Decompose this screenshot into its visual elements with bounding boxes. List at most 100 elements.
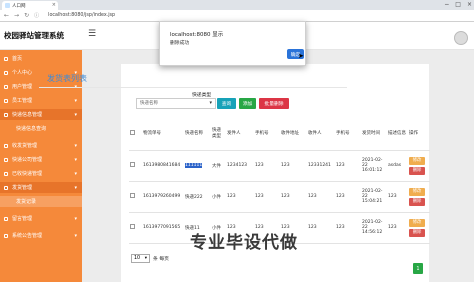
page-size-value: 10	[134, 256, 141, 261]
user-icon	[4, 70, 8, 75]
query-button[interactable]: 查询	[217, 98, 236, 109]
forward-icon[interactable]: →	[14, 12, 19, 19]
column-header: 物流单号	[142, 117, 184, 151]
sidebar-item-label: 系统公告管理	[12, 233, 43, 239]
sidebar-item-messages[interactable]: 留言管理 ▾	[0, 213, 82, 224]
sidebar-item-express-info[interactable]: 快递信息管理 ▾	[0, 109, 82, 120]
row-select-cell	[129, 181, 142, 213]
maximize-button[interactable]: □	[455, 1, 461, 8]
express-type-select[interactable]: 快递名称 ▾	[136, 98, 216, 109]
column-header: 操作	[408, 117, 430, 151]
table-cell: 123	[387, 212, 408, 244]
sidebar-item-label: 已收快递管理	[12, 171, 43, 177]
back-icon[interactable]: ←	[4, 12, 9, 19]
users-icon	[4, 84, 8, 89]
row-checkbox[interactable]	[130, 193, 135, 198]
app-brand: 校园驿站管理系统	[4, 31, 64, 40]
table-cell: 12331241	[307, 150, 335, 182]
sidebar-item-delivery[interactable]: 发货管理 ▾	[0, 182, 82, 193]
table-cell: 123	[226, 181, 254, 213]
actions-cell: 修改 删除	[408, 181, 430, 213]
select-all-header[interactable]	[129, 117, 142, 151]
row-actions: 修改 删除	[409, 218, 429, 237]
alert-dialog: localhost:8080 显示 删除成功 确定 ➤	[159, 21, 306, 66]
avatar[interactable]	[454, 31, 468, 45]
batch-delete-button[interactable]: 批量删除	[259, 98, 289, 109]
window-controls: − □ ×	[444, 1, 472, 8]
column-header: 发货时间	[361, 117, 387, 151]
site-info-icon[interactable]: ⓘ	[34, 12, 39, 19]
table-cell: 2021-02-22 14:56:12	[361, 212, 387, 244]
select-value: 快递名称	[140, 101, 158, 106]
chevron-down-icon: ▾	[74, 97, 77, 104]
selected-text: 111111	[185, 163, 203, 168]
title-divider	[39, 87, 347, 88]
tab-close-icon[interactable]: ×	[52, 2, 56, 8]
sidebar-item-received[interactable]: 已收快递管理 ▾	[0, 168, 82, 179]
column-header: 手机号	[254, 117, 280, 151]
sidebar-item-announcements[interactable]: 系统公告管理 ▾	[0, 230, 82, 241]
add-button[interactable]: 添加	[239, 98, 256, 109]
browser-tab[interactable]: 人口网 ×	[2, 1, 58, 10]
delete-button[interactable]: 删除	[409, 166, 425, 175]
minimize-button[interactable]: −	[444, 1, 449, 8]
sidebar-item-courier-company[interactable]: 快递公司管理 ▾	[0, 154, 82, 165]
notice-icon	[4, 233, 8, 238]
truck-icon	[4, 157, 8, 162]
filter-label: 快递类型	[192, 93, 212, 98]
reload-icon[interactable]: ↻	[24, 12, 29, 19]
sidebar-item-label: 收发货管理	[12, 143, 38, 149]
table-cell: 1613980841684	[142, 150, 184, 182]
column-header: 收件地址	[280, 117, 307, 151]
table-cell: 1613977091565	[142, 212, 184, 244]
tab-title: 人口网	[12, 3, 26, 9]
column-header: 快递类型	[211, 117, 226, 151]
chevron-down-icon: ▾	[74, 232, 77, 239]
table-cell: 123	[335, 181, 361, 213]
sidebar-item-label: 快递信息管理	[12, 112, 43, 118]
table-cell: 1613979260499	[142, 181, 184, 213]
chevron-down-icon: ▾	[209, 100, 212, 106]
hamburger-icon[interactable]: ☰	[88, 29, 96, 39]
edit-button[interactable]: 修改	[409, 156, 425, 165]
browser-tabbar: 人口网 × − □ ×	[0, 0, 474, 10]
row-checkbox[interactable]	[130, 224, 135, 229]
delete-button[interactable]: 删除	[409, 228, 425, 237]
table-header-row: 物流单号 快递名称 快递类型 发件人 手机号 收件地址 收件人 手机号 发货时间…	[129, 117, 430, 151]
table-cell: 大件	[211, 150, 226, 182]
screen: 人口网 × − □ × ← → ↻ ⓘ localhost:8080/jsp/i…	[0, 0, 474, 282]
column-header: 发件人	[226, 117, 254, 151]
chevron-down-icon: ▾	[144, 256, 147, 261]
sidebar-item-home[interactable]: 首页	[0, 53, 82, 64]
staff-icon	[4, 98, 8, 103]
select-all-checkbox[interactable]	[130, 129, 135, 135]
mouse-cursor-icon: ➤	[298, 52, 304, 60]
sidebar-item-shipping[interactable]: 收发货管理 ▾	[0, 140, 82, 151]
delete-button[interactable]: 删除	[409, 197, 425, 206]
table-cell: 123	[307, 181, 335, 213]
sidebar-subitem-express-query[interactable]: 快递信息查询	[0, 123, 82, 134]
favicon-icon	[5, 3, 10, 8]
column-header: 描述信息	[387, 117, 408, 151]
edit-button[interactable]: 修改	[409, 218, 425, 227]
page-size-select[interactable]: 10 ▾	[131, 254, 150, 263]
sidebar-item-label: 员工管理	[12, 98, 33, 104]
table-row: 1613979260499 快递222 小件 123 123 123 123 1…	[129, 181, 430, 213]
page-size-label: 条 每页	[153, 257, 169, 262]
chevron-down-icon: ▾	[74, 170, 77, 177]
sidebar-item-label: 留言管理	[12, 216, 33, 222]
table-cell: asdas	[387, 150, 408, 182]
close-window-button[interactable]: ×	[467, 1, 472, 8]
send-icon	[4, 185, 8, 190]
sidebar-item-staff[interactable]: 员工管理 ▾	[0, 95, 82, 106]
chevron-down-icon: ▾	[74, 156, 77, 163]
edit-button[interactable]: 修改	[409, 187, 425, 196]
row-checkbox[interactable]	[130, 162, 135, 167]
table-cell: 小件	[211, 181, 226, 213]
page-number-button[interactable]: 1	[413, 263, 423, 274]
url-field[interactable]: localhost:8080/jsp/index.jsp	[48, 13, 115, 18]
sidebar-subitem-delivery-records[interactable]: 发货记录	[0, 196, 82, 207]
actions-cell: 修改 删除	[408, 212, 430, 244]
column-header: 收件人	[307, 117, 335, 151]
shipment-table: 物流单号 快递名称 快递类型 发件人 手机号 收件地址 收件人 手机号 发货时间…	[129, 117, 430, 244]
